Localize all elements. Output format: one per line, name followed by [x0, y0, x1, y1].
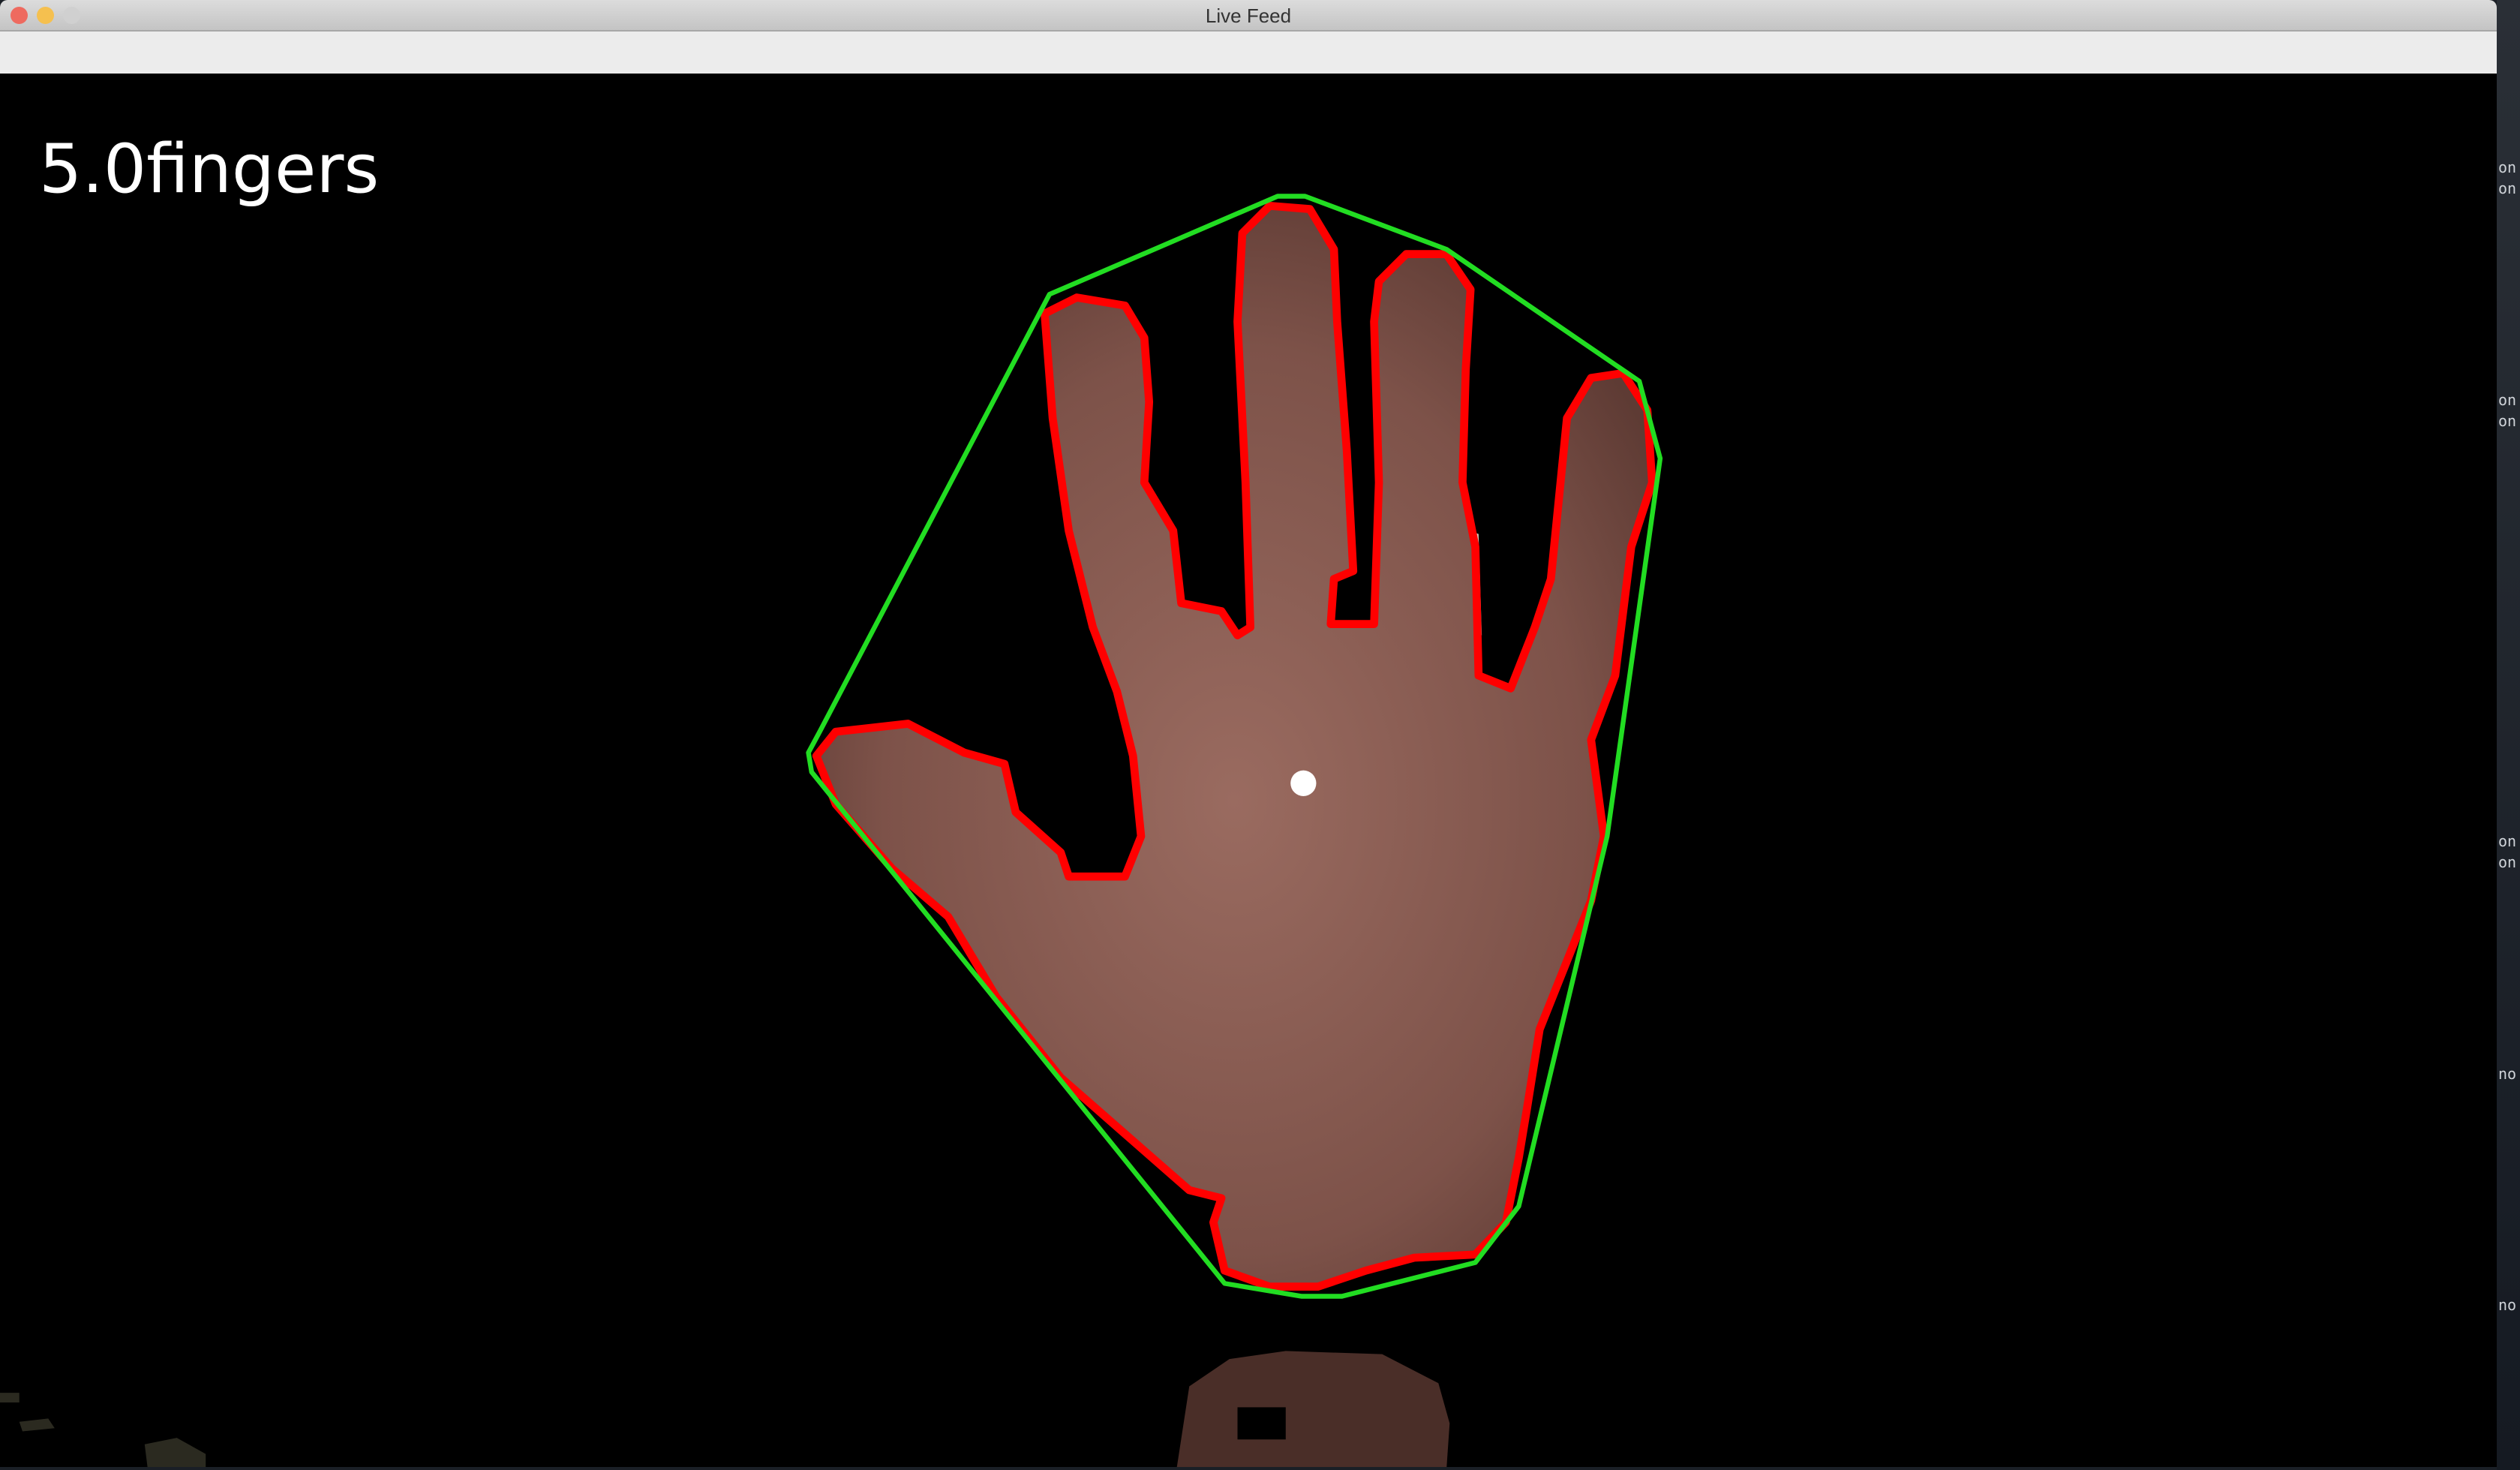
desktop-text-fragment: on: [2498, 158, 2517, 176]
desktop-text-fragment: on: [2498, 853, 2517, 871]
desktop-text-fragment: on: [2498, 179, 2517, 197]
desktop-text-fragment: no: [2498, 1296, 2517, 1314]
desktop-background: [2497, 0, 2520, 1470]
background-noise: [0, 1393, 206, 1467]
hand-reflection: [1176, 1351, 1450, 1467]
desktop-text-fragment: on: [2498, 391, 2517, 409]
finger-count-label: 5.0fingers: [39, 130, 380, 209]
desktop-text-fragment: on: [2498, 832, 2517, 850]
hand-centroid: [1290, 770, 1317, 796]
hand-detection-overlay: [0, 194, 1663, 1467]
reflection-hole: [1237, 1407, 1286, 1440]
hand-contour: [816, 206, 1652, 1286]
desktop-text-fragment: on: [2498, 412, 2517, 430]
desktop-text-fragment: no: [2498, 1065, 2517, 1083]
live-feed-window: Live Feed 5.0fingers: [0, 0, 2497, 1467]
